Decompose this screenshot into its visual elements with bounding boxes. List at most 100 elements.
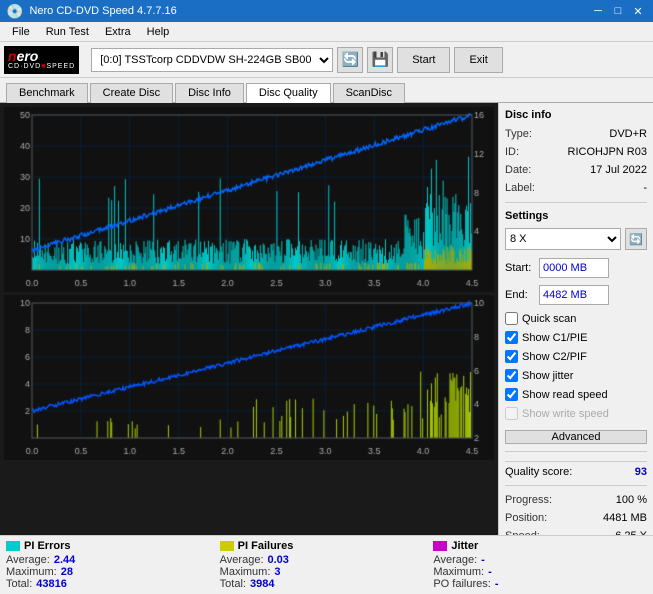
- quick-scan-checkbox[interactable]: [505, 312, 518, 325]
- tab-scan-disc[interactable]: ScanDisc: [333, 83, 405, 103]
- quick-scan-row: Quick scan: [505, 312, 647, 325]
- type-value: DVD+R: [609, 128, 647, 140]
- close-button[interactable]: ✕: [629, 3, 647, 19]
- minimize-button[interactable]: ─: [589, 3, 607, 19]
- label-label: Label:: [505, 182, 535, 194]
- jitter-group: Jitter Average: - Maximum: - PO failures…: [433, 540, 647, 590]
- show-read-speed-label: Show read speed: [522, 389, 608, 401]
- progress-label: Progress:: [505, 494, 552, 506]
- end-mb-label: End:: [505, 289, 535, 301]
- disc-info-title: Disc info: [505, 109, 647, 121]
- show-c2pif-checkbox[interactable]: [505, 350, 518, 363]
- bottom-chart: [4, 295, 494, 460]
- id-value: RICOHJPN R03: [568, 146, 647, 158]
- stats-bar: PI Errors Average: 2.44 Maximum: 28 Tota…: [0, 535, 653, 594]
- position-label: Position:: [505, 512, 547, 524]
- disc-date-row: Date: 17 Jul 2022: [505, 163, 647, 177]
- title-bar-title: Nero CD-DVD Speed 4.7.7.16: [29, 5, 176, 17]
- date-label: Date:: [505, 164, 531, 176]
- jitter-avg: Average: -: [433, 554, 647, 566]
- tab-disc-info[interactable]: Disc Info: [175, 83, 244, 103]
- quality-score-row: Quality score: 93: [505, 461, 647, 478]
- quality-score-label: Quality score:: [505, 466, 572, 478]
- show-c2pif-row: Show C2/PIF: [505, 350, 647, 363]
- show-c1pie-checkbox[interactable]: [505, 331, 518, 344]
- exit-button[interactable]: Exit: [454, 47, 502, 73]
- start-mb-row: Start:: [505, 258, 647, 278]
- show-jitter-row: Show jitter: [505, 369, 647, 382]
- pi-errors-group: PI Errors Average: 2.44 Maximum: 28 Tota…: [6, 540, 220, 590]
- tab-disc-quality[interactable]: Disc Quality: [246, 83, 331, 103]
- speed-refresh-icon[interactable]: 🔄: [625, 228, 647, 250]
- show-jitter-checkbox[interactable]: [505, 369, 518, 382]
- menu-help[interactable]: Help: [139, 22, 178, 41]
- speed-read-row: Speed: 6.25 X: [505, 529, 647, 535]
- position-value: 4481 MB: [603, 512, 647, 524]
- start-mb-label: Start:: [505, 262, 535, 274]
- speed-read-label: Speed:: [505, 530, 540, 535]
- show-jitter-label: Show jitter: [522, 370, 573, 382]
- show-read-speed-row: Show read speed: [505, 388, 647, 401]
- pi-failures-avg: Average: 0.03: [220, 554, 434, 566]
- pi-failures-max: Maximum: 3: [220, 566, 434, 578]
- menu-extra[interactable]: Extra: [97, 22, 139, 41]
- drive-select[interactable]: [0:0] TSSTcorp CDDVDW SH-224GB SB00: [91, 48, 333, 72]
- show-write-speed-checkbox[interactable]: [505, 407, 518, 420]
- right-panel: Disc info Type: DVD+R ID: RICOHJPN R03 D…: [498, 103, 653, 535]
- progress-value: 100 %: [616, 494, 647, 506]
- jitter-legend: [433, 541, 447, 551]
- pi-failures-legend: [220, 541, 234, 551]
- menu-bar: File Run Test Extra Help: [0, 22, 653, 42]
- start-button[interactable]: Start: [397, 47, 450, 73]
- start-mb-input[interactable]: [539, 258, 609, 278]
- toolbar: nero CD·DVD■SPEED [0:0] TSSTcorp CDDVDW …: [0, 42, 653, 78]
- speed-select[interactable]: 8 X: [505, 228, 621, 250]
- show-read-speed-checkbox[interactable]: [505, 388, 518, 401]
- id-label: ID:: [505, 146, 519, 158]
- pi-errors-total: Total: 43816: [6, 578, 220, 590]
- pi-errors-max: Maximum: 28: [6, 566, 220, 578]
- jitter-po: PO failures: -: [433, 578, 647, 590]
- end-mb-input[interactable]: [539, 285, 609, 305]
- divider-3: [505, 485, 647, 486]
- divider-1: [505, 202, 647, 203]
- jitter-max: Maximum: -: [433, 566, 647, 578]
- speed-read-value: 6.25 X: [615, 530, 647, 535]
- show-c1pie-row: Show C1/PIE: [505, 331, 647, 344]
- tab-create-disc[interactable]: Create Disc: [90, 83, 173, 103]
- top-chart: [4, 107, 494, 292]
- speed-row: 8 X 🔄: [505, 228, 647, 250]
- end-mb-row: End:: [505, 285, 647, 305]
- refresh-icon[interactable]: 🔄: [337, 47, 363, 73]
- jitter-title: Jitter: [433, 540, 647, 552]
- tabs-bar: Benchmark Create Disc Disc Info Disc Qua…: [0, 78, 653, 103]
- disc-id-row: ID: RICOHJPN R03: [505, 145, 647, 159]
- advanced-button[interactable]: Advanced: [505, 430, 647, 444]
- pi-errors-avg: Average: 2.44: [6, 554, 220, 566]
- pi-errors-legend: [6, 541, 20, 551]
- show-c1pie-label: Show C1/PIE: [522, 332, 587, 344]
- show-c2pif-label: Show C2/PIF: [522, 351, 587, 363]
- quick-scan-label: Quick scan: [522, 313, 576, 325]
- maximize-button[interactable]: □: [609, 3, 627, 19]
- pi-failures-total: Total: 3984: [220, 578, 434, 590]
- pi-errors-title: PI Errors: [6, 540, 220, 552]
- pi-failures-title: PI Failures: [220, 540, 434, 552]
- save-icon[interactable]: 💾: [367, 47, 393, 73]
- tab-benchmark[interactable]: Benchmark: [6, 83, 88, 103]
- progress-row: Progress: 100 %: [505, 493, 647, 507]
- menu-run-test[interactable]: Run Test: [38, 22, 97, 41]
- type-label: Type:: [505, 128, 532, 140]
- title-bar: 💿 Nero CD-DVD Speed 4.7.7.16 ─ □ ✕: [0, 0, 653, 22]
- main-content: Disc info Type: DVD+R ID: RICOHJPN R03 D…: [0, 103, 653, 535]
- disc-type-row: Type: DVD+R: [505, 127, 647, 141]
- menu-file[interactable]: File: [4, 22, 38, 41]
- title-bar-controls: ─ □ ✕: [589, 3, 647, 19]
- chart-area: [0, 103, 498, 535]
- disc-label-row: Label: -: [505, 181, 647, 195]
- pi-failures-group: PI Failures Average: 0.03 Maximum: 3 Tot…: [220, 540, 434, 590]
- position-row: Position: 4481 MB: [505, 511, 647, 525]
- divider-2: [505, 451, 647, 452]
- show-write-speed-row: Show write speed: [505, 407, 647, 420]
- show-write-speed-label: Show write speed: [522, 408, 609, 420]
